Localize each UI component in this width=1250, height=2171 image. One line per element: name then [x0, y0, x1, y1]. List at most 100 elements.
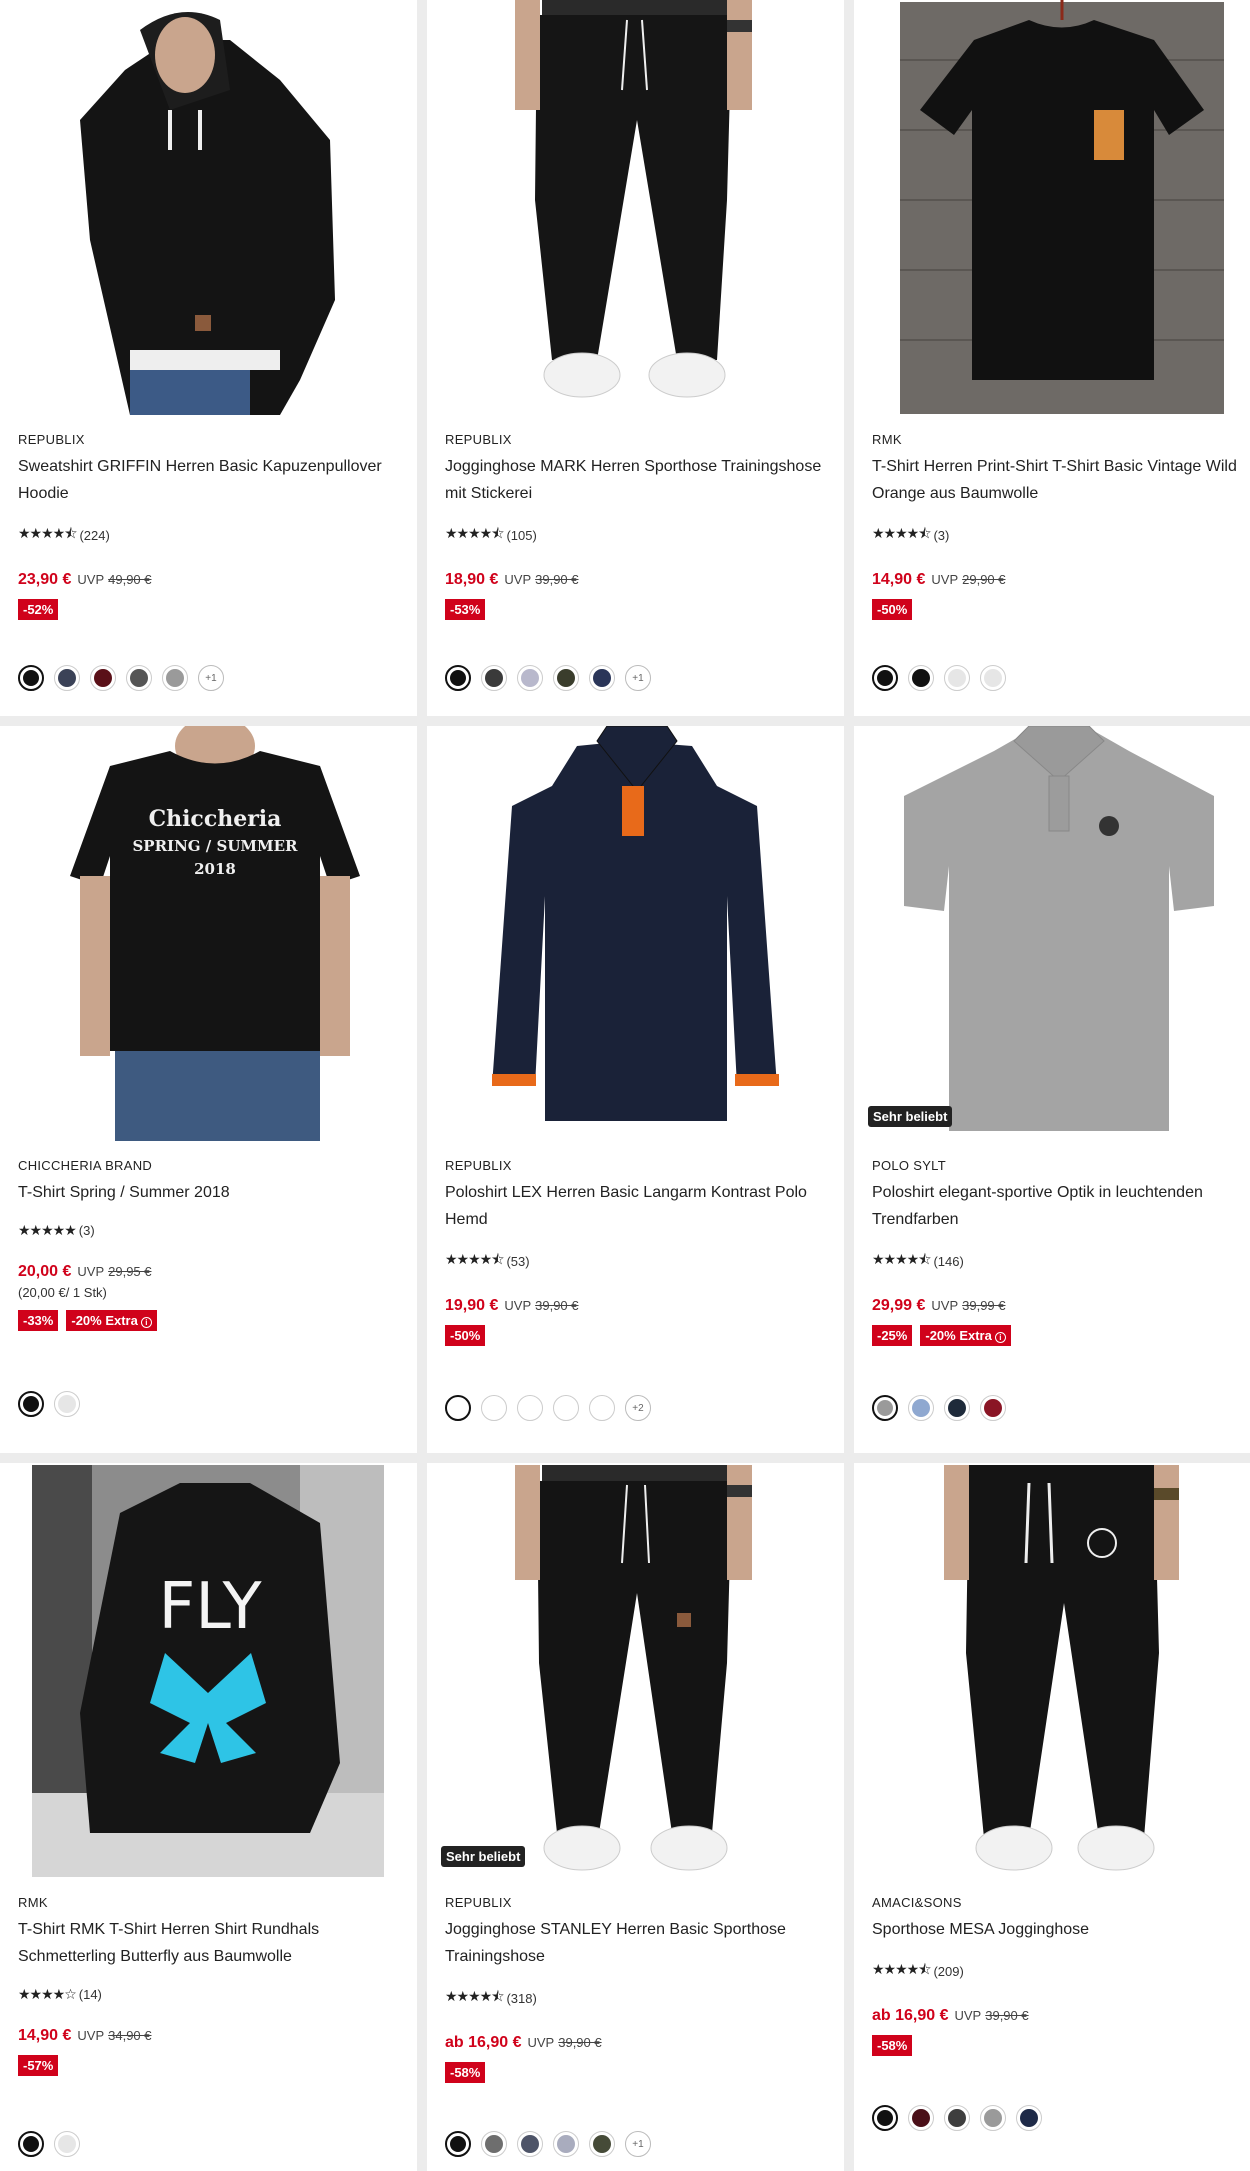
info-icon[interactable]: i [994, 1332, 1006, 1343]
color-swatch[interactable] [980, 1395, 1006, 1421]
product-image[interactable] [427, 1463, 844, 1878]
product-title[interactable]: Sporthose MESA Jogginghose [872, 1916, 1250, 1943]
color-swatch[interactable] [481, 2131, 507, 2157]
color-swatch[interactable] [18, 1391, 44, 1417]
star-rating-icon: ★★★★⯪ [872, 1961, 931, 1977]
color-swatch[interactable] [872, 665, 898, 691]
old-price: 39,90 € [985, 2008, 1029, 2023]
extra-discount-label: -20% Extra [925, 1328, 992, 1343]
color-swatch[interactable] [54, 665, 80, 691]
more-colors[interactable]: +1 [625, 665, 651, 691]
color-swatch[interactable] [18, 665, 44, 691]
color-swatch[interactable] [445, 1395, 471, 1421]
color-swatch[interactable] [517, 2131, 543, 2157]
color-swatch[interactable] [90, 665, 116, 691]
color-swatch[interactable] [126, 665, 152, 691]
color-swatch[interactable] [54, 2131, 80, 2157]
product-card[interactable]: REPUBLIX Jogginghose MARK Herren Sportho… [427, 0, 844, 716]
review-count: (3) [78, 1223, 95, 1238]
color-swatch[interactable] [162, 665, 188, 691]
product-image[interactable] [854, 0, 1250, 415]
rating: ★★★★⯪ (146) [872, 1249, 1250, 1273]
color-swatch[interactable] [944, 1395, 970, 1421]
more-colors[interactable]: +2 [625, 1395, 651, 1421]
rating: ★★★★⯪ (53) [445, 1249, 832, 1273]
price-row: ab 16,90 € UVP 39,90 € [872, 2007, 1250, 2025]
product-title[interactable]: Poloshirt LEX Herren Basic Langarm Kontr… [445, 1179, 832, 1233]
color-swatch[interactable] [980, 665, 1006, 691]
product-title[interactable]: T-Shirt RMK T-Shirt Herren Shirt Rundhal… [18, 1916, 405, 1970]
product-card[interactable]: RMK T-Shirt Herren Print-Shirt T-Shirt B… [854, 0, 1250, 716]
color-swatch[interactable] [445, 2131, 471, 2157]
discount-badge: -33% [18, 1310, 59, 1331]
product-image[interactable]: Chiccheria SPRING / SUMMER 2018 [0, 726, 417, 1141]
product-title[interactable]: Jogginghose STANLEY Herren Basic Sportho… [445, 1916, 832, 1970]
color-swatch[interactable] [553, 665, 579, 691]
extra-discount-badge[interactable]: -20% Extra i [66, 1310, 157, 1331]
discount-badges: -58% [872, 2035, 1250, 2056]
color-swatch[interactable] [872, 2105, 898, 2131]
color-swatch[interactable] [18, 2131, 44, 2157]
color-swatch[interactable] [980, 2105, 1006, 2131]
color-swatch[interactable] [908, 665, 934, 691]
product-image[interactable]: FLY [0, 1463, 417, 1878]
rating: ★★★★⯪ (105) [445, 523, 832, 547]
price-row: 14,90 € UVP 34,90 € [18, 2027, 405, 2045]
color-swatch[interactable] [481, 1395, 507, 1421]
more-colors[interactable]: +1 [625, 2131, 651, 2157]
color-swatch[interactable] [1016, 2105, 1042, 2131]
color-swatch[interactable] [589, 2131, 615, 2157]
color-swatch[interactable] [944, 665, 970, 691]
color-swatch[interactable] [589, 665, 615, 691]
product-card[interactable]: REPUBLIX Sweatshirt GRIFFIN Herren Basic… [0, 0, 417, 716]
extra-discount-badge[interactable]: -20% Extra i [920, 1325, 1011, 1346]
more-colors[interactable]: +1 [198, 665, 224, 691]
color-swatch[interactable] [481, 665, 507, 691]
product-title[interactable]: T-Shirt Spring / Summer 2018 [18, 1179, 405, 1206]
product-image[interactable] [427, 726, 844, 1141]
product-card[interactable]: REPUBLIX Poloshirt LEX Herren Basic Lang… [427, 726, 844, 1453]
color-swatch[interactable] [517, 665, 543, 691]
color-swatch[interactable] [872, 1395, 898, 1421]
product-image[interactable] [854, 726, 1250, 1141]
review-count: (318) [506, 1990, 537, 2006]
color-swatch[interactable] [517, 1395, 543, 1421]
uvp-label: UVP [931, 572, 959, 587]
product-card[interactable]: Sehr beliebt POLO SYLT Poloshirt elegant… [854, 726, 1250, 1453]
review-count: (105) [506, 527, 537, 543]
product-title[interactable]: T-Shirt Herren Print-Shirt T-Shirt Basic… [872, 453, 1250, 507]
color-swatch[interactable] [553, 2131, 579, 2157]
color-swatch[interactable] [589, 1395, 615, 1421]
product-title[interactable]: Poloshirt elegant-sportive Optik in leuc… [872, 1179, 1250, 1233]
product-image[interactable] [854, 1463, 1250, 1878]
product-card[interactable]: Sehr beliebt REPUBLIX Jogginghose STANLE… [427, 1463, 844, 2171]
color-swatch[interactable] [908, 1395, 934, 1421]
color-swatch[interactable] [553, 1395, 579, 1421]
color-swatch[interactable] [445, 665, 471, 691]
color-swatches [872, 665, 1006, 691]
discount-badges: -33% -20% Extra i [18, 1310, 405, 1331]
color-swatch[interactable] [944, 2105, 970, 2131]
color-swatch[interactable] [908, 2105, 934, 2131]
color-swatches [18, 2131, 80, 2157]
product-title[interactable]: Jogginghose MARK Herren Sporthose Traini… [445, 453, 832, 507]
print-line-3: 2018 [194, 860, 236, 878]
price: ab 16,90 € [872, 2007, 949, 2024]
color-swatch[interactable] [54, 1391, 80, 1417]
review-count: (209) [933, 1963, 964, 1979]
discount-badge: -50% [445, 1325, 486, 1346]
discount-badge: -57% [18, 2055, 59, 2076]
price: 14,90 € [872, 571, 926, 588]
rating: ★★★★⯪ (224) [18, 523, 405, 547]
product-card[interactable]: Chiccheria SPRING / SUMMER 2018 CHICCHER… [0, 726, 417, 1453]
product-card[interactable]: AMACI&SONS Sporthose MESA Jogginghose ★★… [854, 1463, 1250, 2171]
print-line-1: Chiccheria [149, 806, 282, 832]
product-card[interactable]: FLY RMK T-Shirt RMK T-Shirt Herren Shirt… [0, 1463, 417, 2171]
product-title[interactable]: Sweatshirt GRIFFIN Herren Basic Kapuzenp… [18, 453, 405, 507]
info-icon[interactable]: i [140, 1317, 152, 1328]
product-image[interactable] [427, 0, 844, 415]
product-image[interactable] [0, 0, 417, 415]
old-price: 29,90 € [962, 572, 1006, 587]
discount-badge: -25% [872, 1325, 913, 1346]
price-row: 29,99 € UVP 39,99 € [872, 1297, 1250, 1315]
